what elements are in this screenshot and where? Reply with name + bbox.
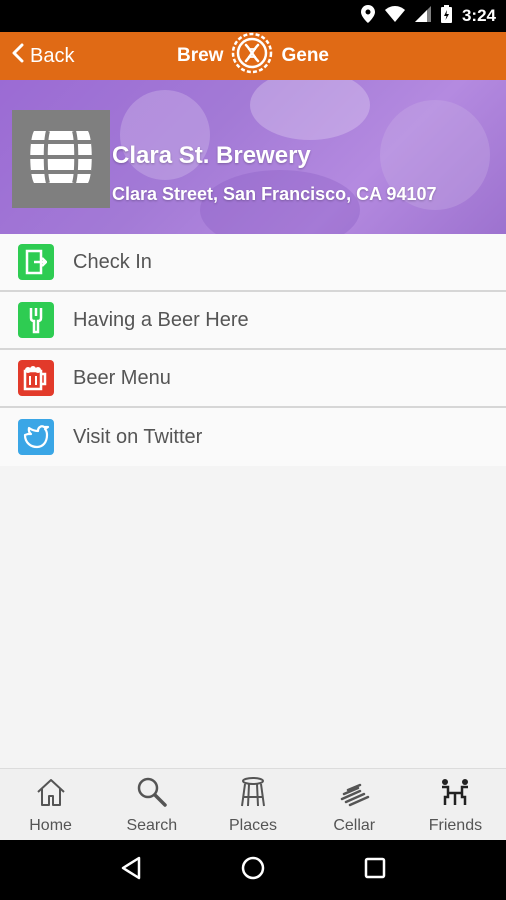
square-recents-icon — [364, 857, 386, 884]
tab-friends[interactable]: Friends — [405, 769, 506, 840]
cellar-icon — [338, 777, 370, 812]
visit-twitter-action[interactable]: Visit on Twitter — [0, 408, 506, 466]
brand-right-text: Gene — [281, 45, 329, 66]
bottom-tab-bar: Home Search Places Cellar Friends — [0, 768, 506, 840]
tab-label: Cellar — [333, 817, 376, 834]
chevron-left-icon — [12, 43, 24, 69]
system-nav-bar — [0, 840, 506, 900]
beer-menu-action[interactable]: Beer Menu — [0, 350, 506, 408]
barrel-icon — [26, 125, 96, 194]
tab-cellar[interactable]: Cellar — [304, 769, 405, 840]
tab-label: Search — [126, 817, 178, 834]
app-bar: Back Brew Gene — [0, 32, 506, 80]
bar-stool-icon — [237, 777, 269, 812]
twitter-bird-icon — [18, 419, 54, 455]
venue-name: Clara St. Brewery — [112, 142, 311, 169]
nav-back-button[interactable] — [111, 850, 151, 890]
venue-header: Clara St. Brewery Clara Street, San Fran… — [0, 80, 506, 234]
status-icons: 3:24 — [360, 4, 496, 28]
status-time: 3:24 — [461, 6, 496, 25]
venue-address: Clara Street, San Francisco, CA 94107 — [112, 184, 437, 204]
tab-home[interactable]: Home — [0, 769, 101, 840]
background-photo-blob — [250, 80, 370, 140]
beer-mug-icon — [18, 360, 54, 396]
status-bar: 3:24 — [0, 0, 506, 32]
tap-handle-icon — [18, 302, 54, 338]
action-label: Beer Menu — [73, 366, 171, 389]
action-label: Check In — [73, 250, 152, 273]
nav-home-button[interactable] — [233, 850, 273, 890]
tab-places[interactable]: Places — [202, 769, 303, 840]
cell-signal-icon — [414, 5, 431, 27]
brand-logo: Brew Gene — [0, 32, 506, 80]
tab-label: Places — [228, 817, 278, 834]
bottle-cap-icon — [231, 32, 273, 80]
venue-actions-list: Check In Having a Beer Here Beer Menu Vi… — [0, 234, 506, 466]
brand-left-text: Brew — [177, 45, 224, 66]
triangle-back-icon — [120, 856, 142, 885]
back-button[interactable]: Back — [12, 32, 74, 80]
having-beer-here-action[interactable]: Having a Beer Here — [0, 292, 506, 350]
home-icon — [35, 777, 67, 812]
search-icon — [136, 777, 168, 812]
action-label: Visit on Twitter — [73, 425, 203, 448]
check-in-action[interactable]: Check In — [0, 234, 506, 292]
location-icon — [360, 4, 375, 28]
battery-icon — [440, 4, 452, 28]
tab-label: Home — [29, 817, 72, 834]
circle-home-icon — [240, 855, 266, 886]
door-exit-icon — [18, 244, 54, 280]
tab-search[interactable]: Search — [101, 769, 202, 840]
venue-thumbnail — [12, 110, 110, 208]
back-label: Back — [30, 44, 75, 67]
tab-label: Friends — [428, 817, 483, 834]
nav-recents-button[interactable] — [355, 850, 395, 890]
wifi-icon — [384, 5, 405, 27]
action-label: Having a Beer Here — [73, 308, 249, 331]
friends-icon — [439, 777, 471, 812]
